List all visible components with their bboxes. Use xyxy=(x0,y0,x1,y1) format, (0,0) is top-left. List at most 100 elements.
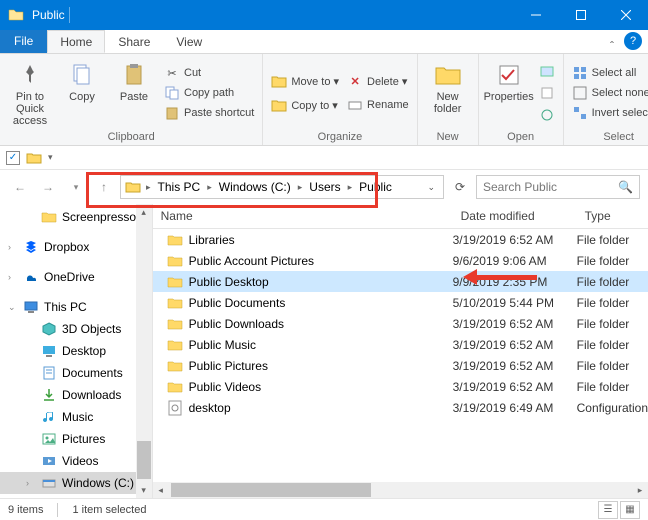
open-menu-button[interactable] xyxy=(537,62,557,80)
tab-view[interactable]: View xyxy=(163,30,215,53)
chevron-right-icon[interactable]: ▸ xyxy=(295,182,306,193)
rename-button[interactable]: Rename xyxy=(345,96,411,114)
quick-access-toolbar: ✓ ▾ xyxy=(0,146,648,170)
tab-home[interactable]: Home xyxy=(47,30,105,53)
delete-button[interactable]: ✕Delete ▾ xyxy=(345,72,411,90)
details-view-button[interactable]: ☰ xyxy=(598,501,618,519)
open-icon xyxy=(539,63,555,79)
sidebar-item-onedrive[interactable]: ›OneDrive xyxy=(0,266,152,288)
file-name: desktop xyxy=(189,401,231,415)
chevron-right-icon[interactable]: ▸ xyxy=(143,182,154,193)
sidebar-item-downloads[interactable]: Downloads xyxy=(0,384,152,406)
sidebar-item-this-pc[interactable]: ⌄This PC xyxy=(0,296,152,318)
help-button[interactable]: ? xyxy=(624,32,642,50)
breadcrumb-item[interactable]: Users xyxy=(307,180,342,194)
search-input[interactable]: Search Public 🔍 xyxy=(476,175,640,199)
file-row[interactable]: Public Desktop9/9/2019 2:35 PMFile folde… xyxy=(153,271,648,292)
file-row[interactable]: Public Documents5/10/2019 5:44 PMFile fo… xyxy=(153,292,648,313)
file-name: Public Pictures xyxy=(189,359,268,373)
sidebar-scrollbar[interactable]: ▴ ▾ xyxy=(136,204,152,498)
qat-dropdown[interactable]: ▾ xyxy=(48,152,53,163)
tree-expand-icon[interactable]: › xyxy=(26,478,36,488)
refresh-button[interactable]: ⟳ xyxy=(448,175,472,199)
sidebar-item-label: Dropbox xyxy=(44,240,89,254)
tab-share[interactable]: Share xyxy=(105,30,163,53)
tree-expand-icon[interactable]: › xyxy=(8,242,18,252)
music-icon xyxy=(41,409,57,425)
close-button[interactable] xyxy=(603,0,648,30)
file-row[interactable]: Public Videos 3/19/2019 6:52 AMFile folde… xyxy=(153,376,648,397)
rename-icon xyxy=(347,97,363,113)
maximize-button[interactable] xyxy=(558,0,603,30)
file-date: 3/19/2019 6:52 AM xyxy=(453,380,577,394)
file-row[interactable]: desktop3/19/2019 6:49 AMConfiguration xyxy=(153,397,648,418)
column-date-header[interactable]: Date modified xyxy=(453,204,577,228)
pin-icon xyxy=(16,61,44,89)
clipboard-group-label: Clipboard xyxy=(6,129,256,145)
minimize-button[interactable] xyxy=(513,0,558,30)
column-type-header[interactable]: Type xyxy=(577,204,648,228)
file-row[interactable]: Public Pictures3/19/2019 6:52 AMFile fol… xyxy=(153,355,648,376)
paste-button[interactable]: Paste xyxy=(110,57,158,129)
breadcrumb-item[interactable]: Public xyxy=(357,180,394,194)
cut-button[interactable]: ✂Cut xyxy=(162,64,256,82)
pin-quick-access-button[interactable]: Pin to Quick access xyxy=(6,57,54,129)
file-row[interactable]: Public Account Pictures9/6/2019 9:06 AMF… xyxy=(153,250,648,271)
file-row[interactable]: Public Music3/19/2019 6:52 AMFile folder xyxy=(153,334,648,355)
sidebar-item-screenpresso[interactable]: Screenpresso xyxy=(0,206,152,228)
select-all-checkbox[interactable]: ✓ xyxy=(6,151,20,165)
file-name: Public Desktop xyxy=(189,275,269,289)
sidebar-item-windows-c-[interactable]: ›Windows (C:) xyxy=(0,472,152,494)
file-row[interactable]: Libraries3/19/2019 6:52 AMFile folder xyxy=(153,229,648,250)
nav-forward-button[interactable]: → xyxy=(36,175,60,199)
move-to-button[interactable]: Move to ▾ xyxy=(269,72,341,90)
sidebar-item-music[interactable]: Music xyxy=(0,406,152,428)
breadcrumb-item[interactable]: This PC xyxy=(156,180,203,194)
ribbon-expand-button[interactable]: ˆ xyxy=(604,39,620,53)
invert-selection-button[interactable]: Invert selection xyxy=(570,104,648,122)
tree-expand-icon[interactable]: ⌄ xyxy=(8,302,18,313)
delete-icon: ✕ xyxy=(347,73,363,89)
breadcrumb-item[interactable]: Windows (C:) xyxy=(217,180,293,194)
file-row[interactable]: Public Downloads3/19/2019 6:52 AMFile fo… xyxy=(153,313,648,334)
nav-recent-button[interactable]: ▾ xyxy=(64,175,88,199)
file-date: 9/6/2019 9:06 AM xyxy=(453,254,577,268)
sidebar-item-3d-objects[interactable]: 3D Objects xyxy=(0,318,152,340)
tree-expand-icon[interactable]: › xyxy=(8,272,18,282)
new-folder-button[interactable]: New folder xyxy=(424,57,472,129)
file-tab[interactable]: File xyxy=(0,30,47,53)
ribbon: Pin to Quick access Copy Paste ✂Cut Copy… xyxy=(0,54,648,146)
sidebar-item-desktop[interactable]: Desktop xyxy=(0,340,152,362)
chevron-right-icon[interactable]: ▸ xyxy=(204,182,215,193)
onedrive-icon xyxy=(23,269,39,285)
select-all-button[interactable]: Select all xyxy=(570,64,648,82)
list-scrollbar[interactable]: ◂▸ xyxy=(153,482,648,498)
copy-button[interactable]: Copy xyxy=(58,57,106,129)
select-none-button[interactable]: Select none xyxy=(570,84,648,102)
sidebar-item-dropbox[interactable]: › Dropbox xyxy=(0,236,152,258)
thumbnails-view-button[interactable]: ▦ xyxy=(620,501,640,519)
sidebar-item-videos[interactable]: Videos xyxy=(0,450,152,472)
nav-up-button[interactable]: ↑ xyxy=(92,175,116,199)
paste-shortcut-button[interactable]: Paste shortcut xyxy=(162,104,256,122)
address-bar[interactable]: ▸ This PC ▸ Windows (C:) ▸ Users ▸ Publi… xyxy=(120,175,444,199)
folder-icon xyxy=(167,379,183,395)
edit-button[interactable] xyxy=(537,84,557,102)
copy-path-button[interactable]: Copy path xyxy=(162,84,256,102)
history-button[interactable] xyxy=(537,106,557,124)
sidebar-item-documents[interactable]: Documents xyxy=(0,362,152,384)
nav-back-button[interactable]: ← xyxy=(8,175,32,199)
file-date: 3/19/2019 6:52 AM xyxy=(453,233,577,247)
file-type: File folder xyxy=(577,380,648,394)
status-selected-count: 1 item selected xyxy=(72,504,146,516)
sidebar-item-pictures[interactable]: Pictures xyxy=(0,428,152,450)
properties-button[interactable]: Properties xyxy=(485,57,533,129)
titlebar: Public xyxy=(0,0,648,30)
copy-to-button[interactable]: Copy to ▾ xyxy=(269,96,341,114)
file-name: Public Videos xyxy=(189,380,262,394)
file-type: File folder xyxy=(577,317,648,331)
chevron-right-icon[interactable]: ▸ xyxy=(345,182,356,193)
videos-icon xyxy=(41,453,57,469)
address-dropdown[interactable]: ⌄ xyxy=(423,182,439,193)
column-name-header[interactable]: Name xyxy=(153,204,453,228)
